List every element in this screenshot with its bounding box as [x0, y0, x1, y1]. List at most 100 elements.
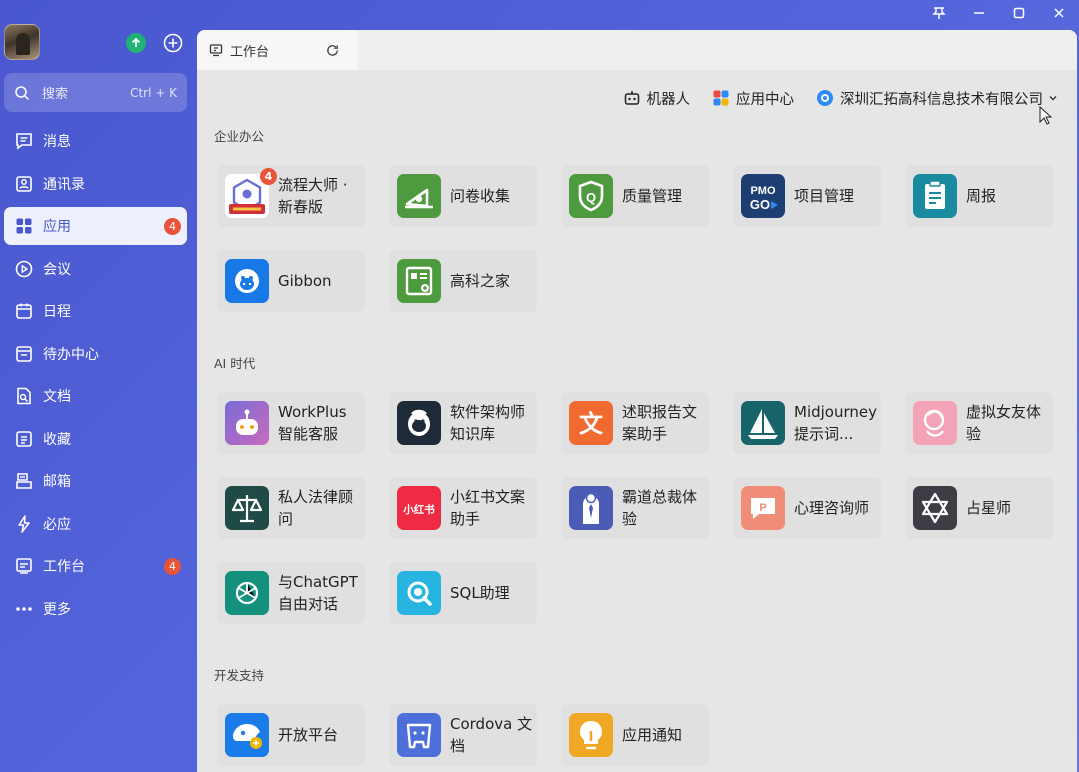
- sidebar-header: [4, 24, 194, 60]
- mailchimp-icon: [397, 401, 441, 445]
- app-tile[interactable]: Cordova 文档: [389, 704, 537, 766]
- robot-button[interactable]: 机器人: [623, 88, 691, 109]
- section-title: 开发支持: [214, 668, 265, 683]
- girlfriend-icon: [913, 401, 957, 445]
- avatar[interactable]: [4, 24, 40, 60]
- sidebar-item-label: 必应: [43, 516, 71, 533]
- app-tile[interactable]: Gibbon: [217, 250, 365, 312]
- tab-bar: 工作台: [197, 30, 1077, 70]
- sidebar-item-todo[interactable]: 待办中心: [4, 335, 187, 373]
- app-badge: 4: [260, 168, 277, 185]
- sailboat-icon: [741, 401, 785, 445]
- pmo-go-icon: PMO GO: [741, 174, 785, 218]
- app-tile[interactable]: 4 流程大师 · 新春版: [217, 165, 365, 227]
- sidebar-item-label: 通讯录: [43, 176, 85, 193]
- sidebar-nav: 消息通讯录应用 4 会议日程待办中心文档收藏邮箱必应工作台 4 更多: [4, 122, 187, 632]
- sidebar-item-label: 消息: [43, 134, 71, 150]
- chatgpt-icon: [225, 571, 269, 615]
- ai-bot-icon: [225, 401, 269, 445]
- maximize-icon[interactable]: [999, 0, 1039, 26]
- sidebar-item-contacts[interactable]: 通讯录: [4, 165, 187, 203]
- app-tile[interactable]: 问卷收集: [389, 165, 537, 227]
- app-name: 私人法律顾问: [278, 488, 354, 528]
- app-tile[interactable]: Midjourney 提示词...: [733, 392, 881, 454]
- unread-badge: 4: [164, 217, 181, 235]
- sidebar-item-ding[interactable]: 必应: [4, 505, 187, 543]
- app-name: 流程大师 · 新春版: [278, 176, 348, 216]
- app-tile[interactable]: 周报: [905, 165, 1053, 227]
- chat-p-icon: P: [741, 486, 785, 530]
- star-of-david-icon: [913, 486, 957, 530]
- app-tile[interactable]: 高科之家: [389, 250, 537, 312]
- search-input[interactable]: 搜索 Ctrl + K: [4, 73, 187, 112]
- sidebar-item-more[interactable]: 更多: [4, 590, 187, 628]
- quality-icon: Q: [569, 174, 613, 218]
- app-name: 霸道总裁体验: [622, 488, 698, 528]
- workflow-master-icon: 4: [225, 168, 277, 218]
- pin-icon[interactable]: [919, 0, 959, 26]
- apps-icon: [14, 216, 34, 236]
- lightbulb-icon: [569, 713, 613, 757]
- svg-text:PMO: PMO: [750, 185, 776, 197]
- sidebar-item-favorites[interactable]: 收藏: [4, 420, 187, 458]
- sidebar-item-apps[interactable]: 应用 4: [4, 207, 187, 245]
- scales-icon: [225, 486, 269, 530]
- sql-search-icon: [397, 571, 441, 615]
- sidebar-item-label: 文档: [43, 389, 71, 405]
- app-tile[interactable]: 虚拟女友体验: [905, 392, 1053, 454]
- app-name: 占星师: [966, 499, 1012, 517]
- sidebar-item-meeting[interactable]: 会议: [4, 250, 187, 288]
- app-tile[interactable]: WorkPlus 智能客服: [217, 392, 365, 454]
- app-tile[interactable]: 小红书 小红书文案助手: [389, 477, 537, 539]
- app-name: 小红书文案助手: [450, 488, 526, 528]
- survey-icon: [397, 174, 441, 218]
- app-tile[interactable]: PMO GO 项目管理: [733, 165, 881, 227]
- meeting-icon: [14, 259, 34, 279]
- minimize-icon[interactable]: [959, 0, 999, 26]
- app-tile[interactable]: 私人法律顾问: [217, 477, 365, 539]
- favorites-icon: [14, 429, 34, 449]
- gibbon-icon: [225, 259, 269, 303]
- app-tile[interactable]: 开放平台: [217, 704, 365, 766]
- app-tile[interactable]: SQL助理: [389, 562, 537, 624]
- sidebar-item-workbench[interactable]: 工作台 4: [4, 547, 187, 585]
- app-name: 与ChatGPT自由对话: [278, 573, 358, 613]
- sidebar: 搜索 Ctrl + K 消息通讯录应用 4 会议日程待办中心文档收藏邮箱必应工作台 4…: [0, 0, 196, 772]
- workbench-icon: [14, 556, 34, 576]
- tab-workbench[interactable]: 工作台: [197, 30, 357, 70]
- app-name: Gibbon: [278, 272, 332, 290]
- sidebar-item-label: 待办中心: [43, 346, 99, 363]
- app-tile[interactable]: P 心理咨询师: [733, 477, 881, 539]
- sidebar-item-label: 收藏: [43, 431, 71, 448]
- sidebar-item-label: 日程: [43, 304, 71, 320]
- app-tile[interactable]: Q 质量管理: [561, 165, 709, 227]
- sidebar-item-calendar[interactable]: 日程: [4, 292, 187, 330]
- sidebar-item-document[interactable]: 文档: [4, 377, 187, 415]
- app-tile[interactable]: 霸道总裁体验: [561, 477, 709, 539]
- app-tile[interactable]: 文述职报告文案助手: [561, 392, 709, 454]
- app-tile[interactable]: 软件架构师知识库: [389, 392, 537, 454]
- app-tile[interactable]: 占星师: [905, 477, 1053, 539]
- search-placeholder: 搜索: [42, 87, 69, 102]
- section-title: 企业办公: [214, 129, 265, 144]
- app-tile[interactable]: 应用通知: [561, 704, 709, 766]
- add-circle-icon[interactable]: [162, 32, 184, 54]
- company-switcher[interactable]: 深圳汇拓高科信息技术有限公司: [816, 88, 1059, 109]
- calendar-icon: [14, 301, 34, 321]
- unread-badge: 4: [164, 557, 181, 575]
- app-tile[interactable]: 与ChatGPT自由对话: [217, 562, 365, 624]
- xiaohongshu-icon: 小红书: [397, 486, 441, 530]
- sidebar-item-mail[interactable]: 邮箱: [4, 462, 187, 500]
- close-icon[interactable]: [1039, 0, 1079, 26]
- robot-label: 机器人: [646, 91, 691, 108]
- app-center-button[interactable]: 应用中心: [712, 88, 794, 109]
- app-name: 应用通知: [622, 726, 683, 744]
- refresh-icon[interactable]: [325, 42, 341, 58]
- open-platform-icon: [225, 713, 269, 757]
- upload-icon[interactable]: [126, 33, 146, 53]
- sidebar-item-message[interactable]: 消息: [4, 122, 187, 160]
- app-name: WorkPlus 智能客服: [278, 403, 347, 443]
- main-panel: 工作台 机器人 应用中心 深圳汇拓高科信息技术有限公司 企业办公 4 流程大师 …: [197, 30, 1077, 772]
- app-name: Cordova 文档: [450, 715, 533, 755]
- app-name: 项目管理: [794, 187, 855, 205]
